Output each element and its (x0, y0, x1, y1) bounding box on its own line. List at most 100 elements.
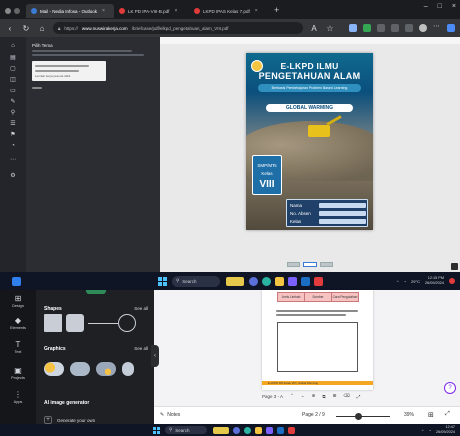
extension-icon[interactable] (363, 24, 371, 32)
close-window-button[interactable]: × (452, 3, 456, 10)
app-icon[interactable] (288, 426, 295, 434)
circle-shape[interactable] (118, 314, 136, 332)
rail-apps[interactable]: ⋮ Apps (2, 390, 34, 404)
lock-icon[interactable]: ⊕ (312, 393, 316, 399)
taskbar-search[interactable]: ⚲ Search (172, 275, 220, 287)
tab-mail[interactable]: Mail - Nedia Infosa - Outlook × (26, 4, 114, 18)
canvas-page[interactable]: Jenis Limbah Sumber Cara Pengolahan E-LK… (262, 290, 373, 390)
page-title[interactable]: Page 3 - A (262, 394, 283, 399)
zoom-slider[interactable] (336, 416, 390, 417)
weather-app-icon[interactable] (213, 426, 229, 434)
rail-item-icon[interactable]: ☰ (6, 119, 20, 128)
rail-projects[interactable]: ▣ Projects (2, 366, 34, 380)
answer-box[interactable] (277, 322, 358, 372)
grid-view-icon[interactable]: ⊞ (428, 411, 434, 419)
clock[interactable]: 12:15 PM 26/09/2024 (425, 276, 444, 286)
tab-outlook[interactable] (0, 4, 26, 18)
weather-app-icon[interactable] (226, 276, 244, 286)
notes-button[interactable]: ✎ Notes (160, 412, 180, 418)
zoom-level[interactable]: 39% (404, 412, 414, 418)
rail-item-icon[interactable]: ⚑ (6, 130, 20, 139)
app-icon[interactable] (249, 276, 258, 286)
rain-cloud-graphic[interactable] (70, 362, 90, 376)
square-shape[interactable] (44, 314, 62, 332)
read-aloud-icon[interactable]: A (309, 24, 319, 33)
page-thumbnail[interactable] (287, 262, 301, 267)
extension-icon[interactable] (349, 24, 357, 32)
duplicate-icon[interactable]: ⧉ (322, 394, 325, 399)
outlook-icon[interactable] (277, 426, 284, 434)
page-counter[interactable]: Page 2 / 9 (302, 412, 325, 418)
sun-cloud-graphic[interactable] (44, 362, 64, 376)
page-thumbnail[interactable] (319, 262, 333, 267)
page-thumbnail-current[interactable] (303, 262, 317, 267)
new-tab-button[interactable]: + (269, 5, 284, 15)
wifi-icon[interactable]: ◔ (404, 279, 406, 284)
wifi-icon[interactable]: ◔ (429, 428, 431, 433)
resize-handle[interactable] (451, 263, 458, 270)
tab-lkpd-ipa[interactable]: LK PD IPA-VIII-B.pdf × (114, 4, 189, 18)
template-card[interactable]: Lembar kerja peserta didik (32, 61, 106, 81)
app-icon[interactable] (233, 426, 240, 434)
minimize-button[interactable]: – (424, 3, 428, 10)
maximize-button[interactable]: □ (438, 3, 442, 10)
snow-cloud-graphic[interactable] (122, 362, 134, 376)
chevron-down-icon[interactable]: ⌄ (301, 393, 305, 399)
rail-item-icon[interactable]: ✎ (6, 97, 20, 106)
rail-item-icon[interactable]: ▭ (6, 86, 20, 95)
line-shape[interactable] (88, 323, 118, 324)
taskbar-search[interactable]: ⚲ Search (165, 426, 207, 434)
rounded-square-shape[interactable] (66, 314, 84, 332)
back-icon[interactable]: ‹ (5, 24, 15, 33)
refresh-icon[interactable]: ↻ (21, 24, 31, 33)
collapse-panel-handle[interactable]: ‹ (151, 345, 159, 367)
clock[interactable]: 12:47 26/09/2024 (436, 425, 455, 435)
kelas-field[interactable] (319, 219, 366, 224)
rail-elements[interactable]: ◆ Elements (2, 316, 34, 330)
app-icon[interactable] (288, 276, 297, 286)
storm-cloud-graphic[interactable] (96, 362, 116, 376)
shapes-see-all-link[interactable]: See all (134, 306, 148, 311)
add-page-icon[interactable]: ⊞ (333, 393, 337, 399)
extension-icon[interactable] (405, 24, 413, 32)
absen-field[interactable] (319, 211, 366, 216)
file-explorer-icon[interactable] (275, 276, 284, 286)
edge-icon[interactable] (244, 426, 251, 434)
chevron-up-icon[interactable]: ⌃ (290, 393, 294, 399)
app-icon[interactable] (266, 426, 273, 434)
edge-icon[interactable] (262, 276, 271, 286)
address-bar[interactable]: 🔒︎ https://www.nuswirakerja.com/briefcas… (53, 22, 303, 34)
windows-start-icon[interactable] (158, 276, 167, 286)
extension-icon[interactable] (377, 24, 385, 32)
outlook-icon[interactable] (301, 276, 310, 286)
rail-item-icon[interactable]: ◔ (6, 141, 20, 150)
rail-item-icon[interactable]: ⋯ (6, 155, 20, 164)
copilot-icon[interactable] (447, 24, 455, 32)
rail-design[interactable]: ⊞ Design (2, 294, 34, 308)
chevron-up-icon[interactable]: ^ (422, 428, 424, 433)
graphics-see-all-link[interactable]: See all (134, 346, 148, 351)
fullscreen-icon[interactable]: ⤢ (445, 411, 450, 418)
rail-item-icon[interactable]: ▢ (6, 64, 20, 73)
rail-item-icon[interactable]: ◫ (6, 75, 20, 84)
rail-item-icon[interactable]: ▤ (6, 53, 20, 62)
close-icon[interactable]: × (174, 8, 177, 14)
rail-item-icon[interactable]: ⚙ (6, 171, 20, 180)
file-explorer-icon[interactable] (255, 426, 262, 434)
chevron-up-icon[interactable]: ^ (397, 279, 399, 284)
profile-icon[interactable] (419, 24, 427, 32)
table[interactable]: Jenis Limbah Sumber Cara Pengolahan (277, 292, 359, 302)
windows-start-icon[interactable] (153, 426, 160, 434)
widgets-icon[interactable] (12, 276, 21, 286)
help-button[interactable]: ? (444, 382, 456, 394)
rail-home-icon[interactable]: ⌂ (6, 41, 20, 50)
tab-lkpd-ipas[interactable]: LKPD IPAS Kelas 7.pdf × (189, 4, 269, 18)
extension-icon[interactable] (391, 24, 399, 32)
home-icon[interactable]: ⌂ (37, 24, 47, 33)
name-field[interactable] (319, 203, 366, 208)
expand-icon[interactable]: ⤢ (357, 394, 361, 399)
more-icon[interactable]: ⋯ (433, 23, 441, 32)
close-icon[interactable]: × (102, 8, 105, 14)
rail-text[interactable]: T Text (2, 340, 34, 354)
notification-icon[interactable] (449, 278, 455, 284)
